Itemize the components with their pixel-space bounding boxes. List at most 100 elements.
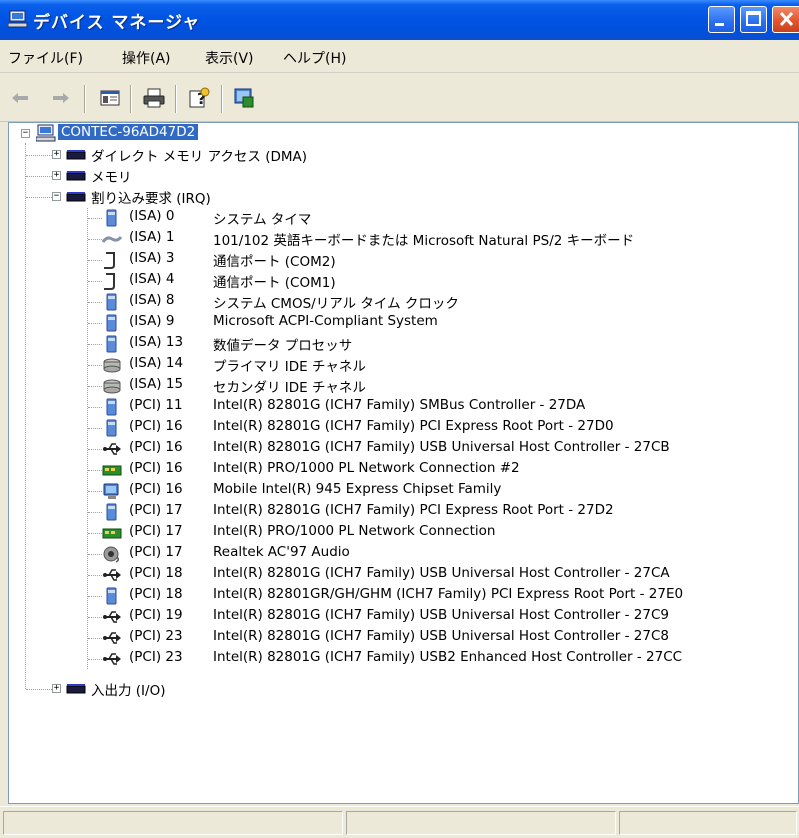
chip-icon <box>66 171 86 181</box>
irq-row[interactable]: (PCI) 17 Intel(R) PRO/1000 PL Network Con… <box>9 522 789 543</box>
irq-row[interactable]: (PCI) 18 Intel(R) 82801GR/GH/GHM (ICH7 Fa… <box>9 585 789 606</box>
tree-root-label: CONTEC-96AD47D2 <box>58 124 199 140</box>
usb-icon <box>103 611 121 623</box>
irq-row[interactable]: (PCI) 16 Mobile Intel(R) 945 Express Chip… <box>9 480 789 501</box>
tree-line <box>88 239 102 240</box>
system-icon <box>106 587 117 605</box>
irq-row[interactable]: (ISA) 15 セカンダリ IDE チャネル <box>9 375 789 396</box>
tree-line <box>88 281 102 282</box>
irq-row[interactable]: (ISA) 14 プライマリ IDE チャネル <box>9 354 789 375</box>
system-icon <box>106 419 117 437</box>
tree-category-row[interactable]: + メモリ <box>9 165 409 186</box>
tree-root-row[interactable]: − CONTEC-96AD47D2 <box>9 123 409 144</box>
tree-category-row[interactable]: + 入出力 (I/O) <box>9 678 409 699</box>
menu-file[interactable]: ファイル(F) <box>8 48 83 68</box>
irq-row[interactable]: (ISA) 0 システム タイマ <box>9 207 789 228</box>
tree-line <box>88 428 102 429</box>
irq-row[interactable]: (ISA) 8 システム CMOS/リアル タイム クロック <box>9 291 789 312</box>
network-icon <box>102 528 122 539</box>
printer-icon <box>143 88 165 108</box>
device-tree[interactable]: − CONTEC-96AD47D2 + ダイレクト メモリ アクセス (DMA)… <box>8 122 799 804</box>
tree-line <box>88 617 102 618</box>
toolbar-separator <box>175 85 177 113</box>
menu-action[interactable]: 操作(A) <box>122 48 171 68</box>
device-name: 通信ポート (COM1) <box>213 275 336 291</box>
irq-row[interactable]: (ISA) 9 Microsoft ACPI-Compliant System <box>9 312 789 333</box>
tree-line <box>26 176 52 177</box>
display-icon <box>103 483 119 499</box>
irq-row[interactable]: (ISA) 4 通信ポート (COM1) <box>9 270 789 291</box>
status-pane <box>346 811 616 835</box>
menu-help[interactable]: ヘルプ(H) <box>283 48 346 68</box>
expand-button[interactable]: + <box>52 150 61 159</box>
forward-button[interactable] <box>50 87 72 109</box>
irq-number: (ISA) 0 <box>129 208 175 224</box>
tree-line <box>88 449 102 450</box>
back-button[interactable] <box>9 87 31 109</box>
tree-line <box>88 554 102 555</box>
irq-number: (ISA) 3 <box>129 250 175 266</box>
window-title: デバイス マネージャ <box>33 13 201 33</box>
irq-row[interactable]: (PCI) 16 Intel(R) PRO/1000 PL Network Con… <box>9 459 789 480</box>
tree-line <box>26 689 52 690</box>
expand-button[interactable]: + <box>52 684 61 693</box>
irq-row[interactable]: (PCI) 19 Intel(R) 82801G (ICH7 Family) US… <box>9 606 789 627</box>
irq-number: (ISA) 4 <box>129 271 175 287</box>
maximize-button[interactable] <box>740 6 767 33</box>
port-icon <box>104 252 115 269</box>
system-icon <box>106 503 117 521</box>
toolbar-separator <box>84 85 86 113</box>
menu-bar: ファイル(F) 操作(A) 表示(V) ヘルプ(H) <box>0 40 799 73</box>
irq-row[interactable]: (PCI) 17 Realtek AC'97 Audio <box>9 543 789 564</box>
scan-hardware-button[interactable] <box>233 87 255 109</box>
computer-icon <box>36 124 56 142</box>
tree-line <box>88 470 102 471</box>
collapse-button[interactable]: − <box>21 129 30 138</box>
irq-number: (PCI) 18 <box>129 586 183 602</box>
minimize-icon <box>715 23 724 26</box>
category-label: ダイレクト メモリ アクセス (DMA) <box>91 149 308 165</box>
irq-row[interactable]: (ISA) 3 通信ポート (COM2) <box>9 249 789 270</box>
irq-row[interactable]: (ISA) 13 数値データ プロセッサ <box>9 333 789 354</box>
tree-category-row[interactable]: − 割り込み要求 (IRQ) <box>9 186 409 207</box>
status-pane <box>619 811 797 835</box>
device-name: Intel(R) PRO/1000 PL Network Connection <box>213 523 496 539</box>
ide-icon <box>103 358 121 373</box>
title-bar[interactable]: デバイス マネージャ <box>0 0 799 40</box>
irq-row[interactable]: (PCI) 18 Intel(R) 82801G (ICH7 Family) US… <box>9 564 789 585</box>
tree-line <box>26 197 52 198</box>
tree-line <box>88 386 102 387</box>
tree-line <box>88 638 102 639</box>
tree-line <box>88 512 102 513</box>
system-icon <box>106 335 117 353</box>
device-name: Intel(R) 82801G (ICH7 Family) PCI Expres… <box>213 502 614 518</box>
irq-row[interactable]: (PCI) 16 Intel(R) 82801G (ICH7 Family) US… <box>9 438 789 459</box>
tree-line <box>88 344 102 345</box>
expand-button[interactable]: + <box>52 171 61 180</box>
collapse-button[interactable]: − <box>52 192 61 201</box>
minimize-button[interactable] <box>708 6 735 33</box>
irq-row[interactable]: (PCI) 23 Intel(R) 82801G (ICH7 Family) US… <box>9 648 789 669</box>
irq-row[interactable]: (PCI) 11 Intel(R) 82801G (ICH7 Family) SM… <box>9 396 789 417</box>
chip-icon <box>66 150 86 160</box>
irq-row[interactable]: (PCI) 16 Intel(R) 82801G (ICH7 Family) PC… <box>9 417 789 438</box>
system-icon <box>106 314 117 332</box>
menu-view[interactable]: 表示(V) <box>205 48 254 68</box>
close-button[interactable] <box>772 6 799 33</box>
device-name: Intel(R) 82801G (ICH7 Family) USB2 Enhan… <box>213 649 683 665</box>
irq-row[interactable]: (PCI) 17 Intel(R) 82801G (ICH7 Family) PC… <box>9 501 789 522</box>
keyboard-icon <box>102 236 122 243</box>
device-name: Intel(R) 82801G (ICH7 Family) USB Univer… <box>213 439 670 455</box>
show-hide-console-tree-button[interactable] <box>99 87 121 109</box>
device-name: システム CMOS/リアル タイム クロック <box>213 296 459 312</box>
device-name: Intel(R) 82801G (ICH7 Family) PCI Expres… <box>213 418 614 434</box>
help-button[interactable]: ? <box>188 87 210 109</box>
device-name: Intel(R) 82801G (ICH7 Family) USB Univer… <box>213 628 669 644</box>
tree-line <box>88 533 102 534</box>
tree-category-row[interactable]: + ダイレクト メモリ アクセス (DMA) <box>9 144 409 165</box>
print-button[interactable] <box>143 87 165 109</box>
tree-line <box>88 260 102 261</box>
irq-row[interactable]: (PCI) 23 Intel(R) 82801G (ICH7 Family) US… <box>9 627 789 648</box>
chip-icon <box>66 684 86 694</box>
irq-row[interactable]: (ISA) 1 101/102 英語キーボードまたは Microsoft Natu… <box>9 228 789 249</box>
